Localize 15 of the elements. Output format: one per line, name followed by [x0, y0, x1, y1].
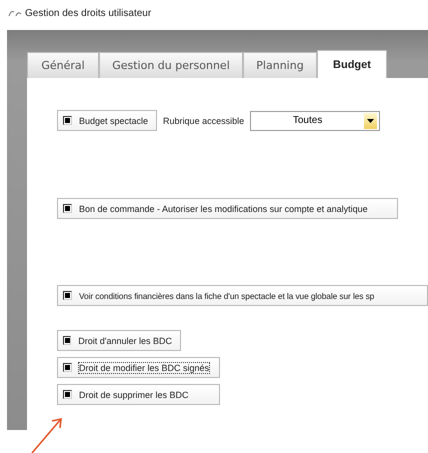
checkbox[interactable]: Droit de modifier les BDC signés — [57, 357, 220, 378]
tab[interactable]: Budget — [317, 50, 387, 78]
tab[interactable]: Général — [27, 52, 99, 78]
dropdown-label: Rubrique accessible — [163, 116, 244, 126]
pointer-arrow — [30, 416, 64, 453]
checkbox[interactable]: Droit de supprimer les BDC — [57, 384, 220, 405]
checkbox[interactable]: Voir conditions financières dans la fiche d'un spectacle et la vue globale sur les sp — [57, 285, 428, 306]
checkbox[interactable]: Bon de commande - Autoriser les modifications sur compte et analytique — [57, 198, 398, 219]
checkbox[interactable]: Droit d'annuler les BDC — [57, 330, 181, 351]
dropdown[interactable]: Toutes — [250, 110, 380, 130]
tab[interactable]: Planning — [243, 52, 317, 78]
tab[interactable]: Gestion du personnel — [99, 52, 243, 78]
checkbox[interactable]: Budget spectacle — [57, 110, 158, 131]
app-icon — [8, 9, 22, 17]
window-title: Gestion des droits utilisateur — [25, 8, 152, 18]
